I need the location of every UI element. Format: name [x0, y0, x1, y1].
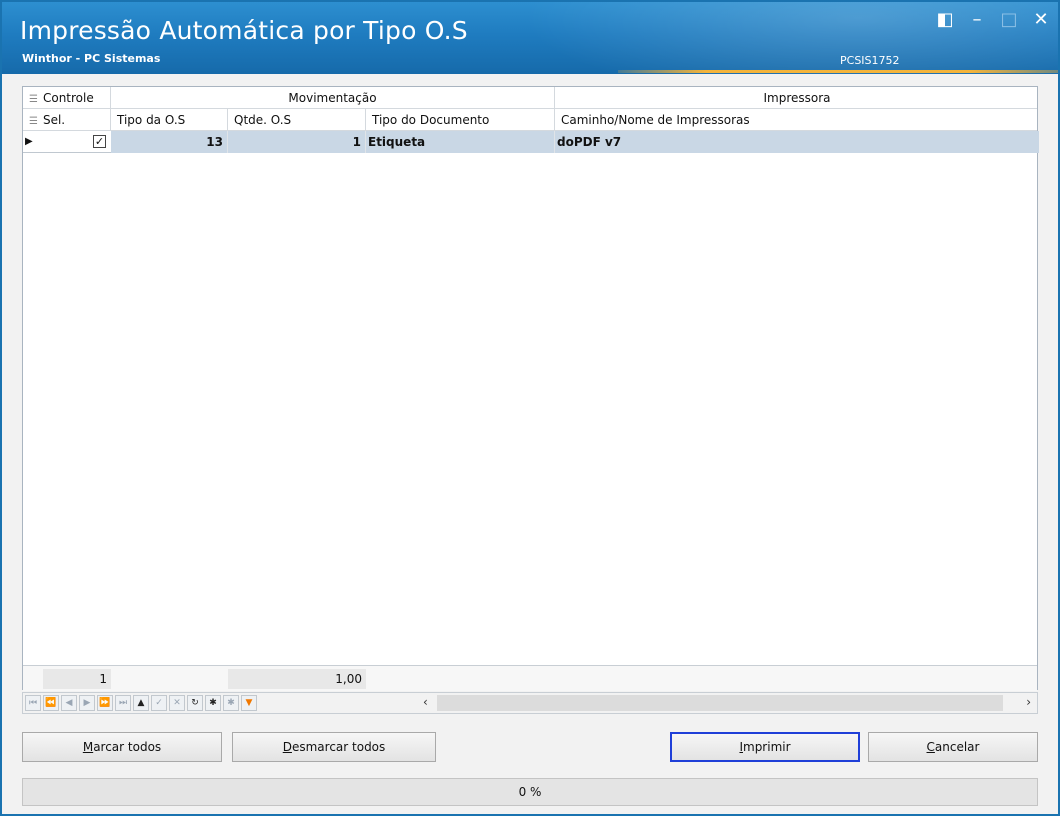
column-header-row: ☰ Sel. Tipo da O.S Qtde. O.S Tipo do Docu… [23, 109, 1037, 131]
marcar-todos-accel: M [82, 740, 94, 754]
marcar-todos-button[interactable]: Marcar todos [22, 732, 222, 762]
group-header-impressora[interactable]: Impressora [555, 87, 1039, 109]
group-header-controle-label: Controle [42, 91, 94, 105]
grid-navigator: ⏮ ⏪ ◀ ▶ ⏩ ⏭ ▲ ✓ ✕ ↻ ✱ ✱ ▼ ‹ › [22, 692, 1038, 714]
filter-icon[interactable]: ▼ [241, 695, 257, 711]
goto-bookmark-icon[interactable]: ✱ [223, 695, 239, 711]
cancel-edit-icon[interactable]: ✕ [169, 695, 185, 711]
column-header-tipo-os[interactable]: Tipo da O.S [111, 109, 228, 131]
column-grip-icon[interactable]: ☰ [29, 116, 38, 127]
column-grip-icon[interactable]: ☰ [29, 94, 38, 105]
last-page-icon[interactable]: ⏭ [115, 695, 131, 711]
cancelar-label: ancelar [934, 740, 980, 754]
scroll-right-icon[interactable]: › [1026, 695, 1031, 709]
cell-tipo-documento[interactable]: Etiqueta [366, 131, 555, 153]
data-grid[interactable]: ☰ Controle Movimentação Impressora ☰ Sel. … [22, 86, 1039, 691]
column-header-qtde-os[interactable]: Qtde. O.S [228, 109, 366, 131]
bookmark-icon[interactable]: ✱ [205, 695, 221, 711]
row-indicator-icon: ▶ [25, 136, 33, 147]
window-title: Impressão Automática por Tipo O.S [20, 16, 468, 45]
cancelar-accel: C [926, 740, 935, 754]
grid-summary-footer: 1 1,00 [23, 665, 1037, 691]
prior-record-icon[interactable]: ◀ [61, 695, 77, 711]
progress-label: 0 % [518, 785, 542, 799]
group-header-movimentacao[interactable]: Movimentação [111, 87, 555, 109]
progress-bar: 0 % [22, 778, 1038, 806]
imprimir-button[interactable]: Imprimir [670, 732, 860, 762]
scroll-left-icon[interactable]: ‹ [423, 695, 428, 709]
prior-page-icon[interactable]: ⏪ [43, 695, 59, 711]
desmarcar-todos-label: esmarcar todos [291, 740, 386, 754]
next-record-icon[interactable]: ▶ [79, 695, 95, 711]
column-header-tipo-documento[interactable]: Tipo do Documento [366, 109, 555, 131]
imprimir-label: mprimir [743, 740, 791, 754]
desmarcar-todos-button[interactable]: Desmarcar todos [232, 732, 436, 762]
column-header-caminho[interactable]: Caminho/Nome de Impressoras [555, 109, 1039, 131]
window-controls: ◧ – □ ✕ [936, 10, 1050, 30]
title-accent-line [618, 70, 1058, 73]
title-bar[interactable]: Impressão Automática por Tipo O.S Wintho… [2, 2, 1058, 74]
table-row[interactable]: ▶ ✓ 13 1 Etiqueta doPDF v7 [23, 131, 1039, 153]
cancelar-button[interactable]: Cancelar [868, 732, 1038, 762]
cell-caminho[interactable]: doPDF v7 [555, 131, 1039, 153]
main-window: Impressão Automática por Tipo O.S Wintho… [0, 0, 1060, 816]
first-page-icon[interactable]: ⏮ [25, 695, 41, 711]
minimize-icon[interactable]: – [968, 10, 986, 30]
maximize-icon[interactable]: □ [1000, 10, 1018, 30]
group-header-controle[interactable]: ☰ Controle [23, 87, 111, 109]
post-icon[interactable]: ✓ [151, 695, 167, 711]
row-select-checkbox[interactable]: ✓ [93, 135, 106, 148]
summary-sum: 1,00 [228, 669, 366, 689]
close-icon[interactable]: ✕ [1032, 10, 1050, 30]
summary-count: 1 [43, 669, 111, 689]
cell-qtde-os[interactable]: 1 [228, 131, 366, 153]
horizontal-scrollbar[interactable] [437, 695, 1003, 711]
column-header-sel-label: Sel. [42, 113, 66, 127]
restore-icon[interactable]: ◧ [936, 10, 954, 30]
program-code: PCSIS1752 [840, 54, 900, 67]
next-page-icon[interactable]: ⏩ [97, 695, 113, 711]
desmarcar-todos-accel: D [282, 740, 292, 754]
group-header-row: ☰ Controle Movimentação Impressora [23, 87, 1037, 109]
window-subtitle: Winthor - PC Sistemas [22, 52, 161, 65]
insert-icon[interactable]: ▲ [133, 695, 149, 711]
cell-tipo-os[interactable]: 13 [111, 131, 228, 153]
marcar-todos-label: arcar todos [93, 740, 162, 754]
column-header-sel[interactable]: ☰ Sel. [23, 109, 111, 131]
refresh-icon[interactable]: ↻ [187, 695, 203, 711]
